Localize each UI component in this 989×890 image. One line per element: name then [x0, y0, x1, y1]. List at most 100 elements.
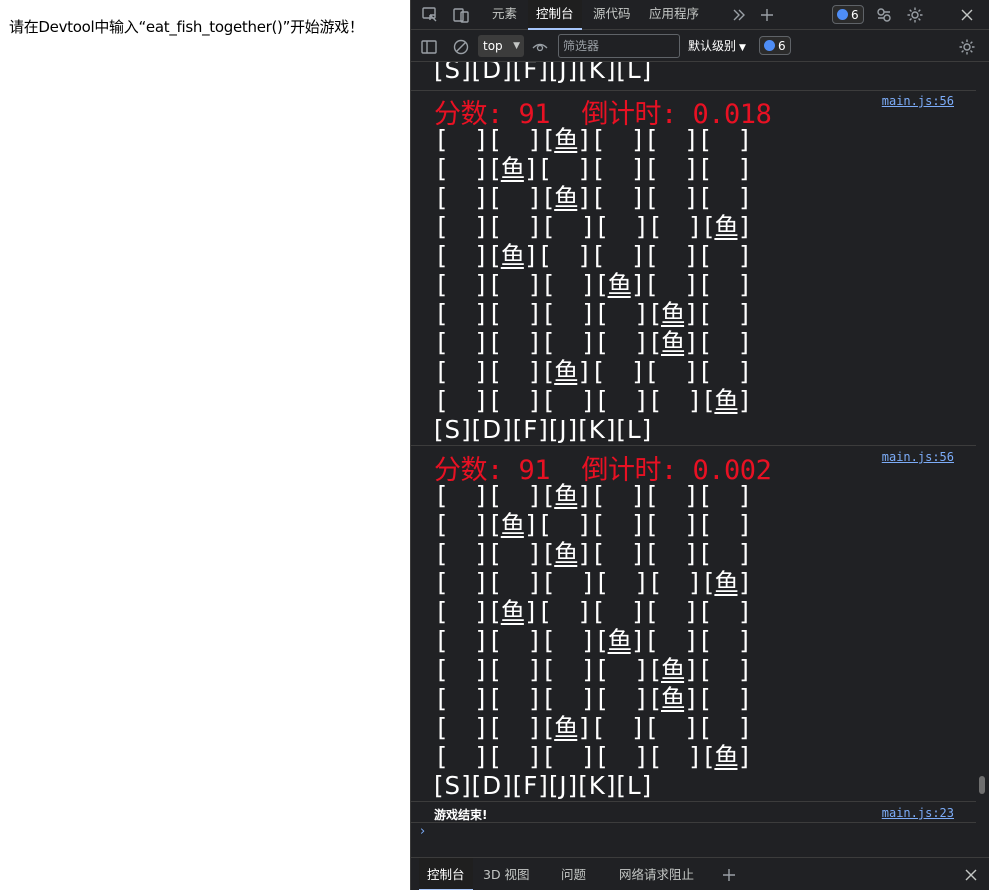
clear-console-icon[interactable]	[451, 37, 471, 57]
board-row: [ ][ ][鱼][ ][ ][ ]	[434, 539, 752, 568]
empty-cell: [ ]	[594, 299, 649, 328]
close-icon[interactable]	[957, 5, 977, 25]
keys-line: [S][D][F][J][K][L]	[434, 771, 653, 800]
board-row: [ ][ ][鱼][ ][ ][ ]	[434, 125, 752, 154]
empty-cell: [ ]	[434, 386, 489, 415]
console-settings-gear-icon[interactable]	[957, 37, 977, 57]
empty-cell: [ ]	[594, 328, 649, 357]
empty-cell: [ ]	[647, 568, 703, 597]
console-toolbar: top ▼ 默认级别▼ 6	[411, 31, 989, 62]
drawer-tab-console[interactable]: 控制台	[419, 858, 473, 890]
fish-cell: [鱼]	[647, 299, 699, 328]
chevron-down-icon: ▼	[739, 43, 746, 53]
source-link[interactable]: main.js:56	[882, 450, 954, 464]
fish-cell: [鱼]	[701, 742, 752, 771]
board-row: [ ][ ][ ][ ][ ][鱼]	[434, 386, 752, 415]
drawer-tab-issues[interactable]: 问题	[553, 858, 594, 890]
empty-cell: [ ]	[644, 154, 699, 183]
empty-cell: [ ]	[697, 597, 752, 626]
inspect-element-icon[interactable]	[420, 5, 440, 25]
empty-cell: [ ]	[434, 154, 489, 183]
empty-cell: [ ]	[594, 655, 649, 684]
live-expression-icon[interactable]	[530, 37, 550, 57]
empty-cell: [ ]	[487, 270, 542, 299]
tab-console[interactable]: 控制台	[528, 0, 582, 30]
scrollbar-thumb[interactable]	[979, 776, 985, 794]
fish-cell: [鱼]	[701, 568, 752, 597]
empty-cell: [ ]	[487, 299, 542, 328]
empty-cell: [ ]	[434, 270, 489, 299]
empty-cell: [ ]	[697, 510, 752, 539]
empty-cell: [ ]	[590, 510, 646, 539]
empty-cell: [ ]	[590, 713, 646, 742]
board-row: [ ][ ][ ][ ][鱼][ ]	[434, 655, 752, 684]
empty-cell: [ ]	[487, 183, 542, 212]
board-row: [ ][ ][ ][鱼][ ][ ]	[434, 626, 752, 655]
web-page: 请在Devtool中输入“eat_fish_together()”开始游戏！	[0, 0, 410, 890]
empty-cell: [ ]	[590, 183, 646, 212]
board-row: [ ][鱼][ ][ ][ ][ ]	[434, 154, 752, 183]
context-selector[interactable]: top ▼	[478, 35, 524, 57]
empty-cell: [ ]	[540, 684, 596, 713]
empty-cell: [ ]	[540, 386, 596, 415]
console-output[interactable]: [S][D][F][J][K][L] 分数: 91 倒计时: 0.018 main…	[411, 62, 976, 857]
empty-cell: [ ]	[434, 742, 489, 771]
add-drawer-tab-icon[interactable]	[719, 865, 739, 885]
add-tab-icon[interactable]	[757, 5, 777, 25]
empty-cell: [ ]	[697, 183, 752, 212]
empty-cell: [ ]	[590, 481, 646, 510]
empty-cell: [ ]	[644, 481, 699, 510]
board-row: [ ][ ][ ][ ][鱼][ ]	[434, 328, 752, 357]
empty-cell: [ ]	[487, 626, 542, 655]
source-link[interactable]: main.js:23	[882, 806, 954, 820]
empty-cell: [ ]	[594, 684, 649, 713]
board-row: [ ][鱼][ ][ ][ ][ ]	[434, 241, 752, 270]
console-issues-badge[interactable]: 6	[759, 36, 791, 55]
empty-cell: [ ]	[540, 270, 596, 299]
empty-cell: [ ]	[487, 713, 542, 742]
empty-cell: [ ]	[647, 212, 703, 241]
empty-cell: [ ]	[434, 684, 489, 713]
settings-gear-icon[interactable]	[905, 5, 925, 25]
empty-cell: [ ]	[697, 270, 752, 299]
device-toolbar-icon[interactable]	[451, 5, 471, 25]
issues-badge[interactable]: 6	[832, 5, 864, 24]
fish-cell: [鱼]	[487, 154, 538, 183]
fish-cell: [鱼]	[540, 183, 592, 212]
more-tabs-icon[interactable]	[729, 5, 749, 25]
empty-cell: [ ]	[590, 357, 646, 386]
log-level-selector[interactable]: 默认级别 ▼	[688, 37, 746, 54]
context-selector-value: top	[483, 39, 503, 53]
source-link[interactable]: main.js:56	[882, 94, 954, 108]
console-prompt-chevron-icon[interactable]: ›	[420, 824, 425, 839]
empty-cell: [ ]	[590, 154, 646, 183]
board-row: [ ][ ][鱼][ ][ ][ ]	[434, 481, 752, 510]
empty-cell: [ ]	[487, 684, 542, 713]
empty-cell: [ ]	[644, 270, 699, 299]
empty-cell: [ ]	[537, 154, 592, 183]
sidebar-toggle-icon[interactable]	[419, 37, 439, 57]
fish-cell: [鱼]	[701, 212, 752, 241]
fish-cell: [鱼]	[487, 241, 538, 270]
empty-cell: [ ]	[487, 328, 542, 357]
issues-count: 6	[851, 7, 859, 22]
tab-application[interactable]: 应用程序	[641, 0, 707, 30]
empty-cell: [ ]	[644, 241, 699, 270]
drawer-tab-3d-view[interactable]: 3D 视图	[475, 858, 538, 890]
tab-sources[interactable]: 源代码	[585, 0, 639, 30]
filter-input[interactable]	[558, 34, 680, 58]
fish-cell: [鱼]	[647, 684, 699, 713]
issues-icon	[837, 9, 848, 20]
keys-line: [S][D][F][J][K][L]	[434, 415, 653, 444]
issues-icon	[764, 40, 775, 51]
close-drawer-icon[interactable]	[961, 865, 981, 885]
customize-icon[interactable]	[874, 5, 894, 25]
tab-elements[interactable]: 元素	[484, 0, 525, 30]
empty-cell: [ ]	[434, 597, 489, 626]
drawer-tab-network-blocking[interactable]: 网络请求阻止	[611, 858, 702, 890]
fish-cell: [鱼]	[701, 386, 752, 415]
console-scrollbar[interactable]	[977, 62, 987, 857]
empty-cell: [ ]	[697, 357, 752, 386]
message-divider	[411, 801, 976, 802]
board-row: [ ][ ][ ][ ][ ][鱼]	[434, 212, 752, 241]
